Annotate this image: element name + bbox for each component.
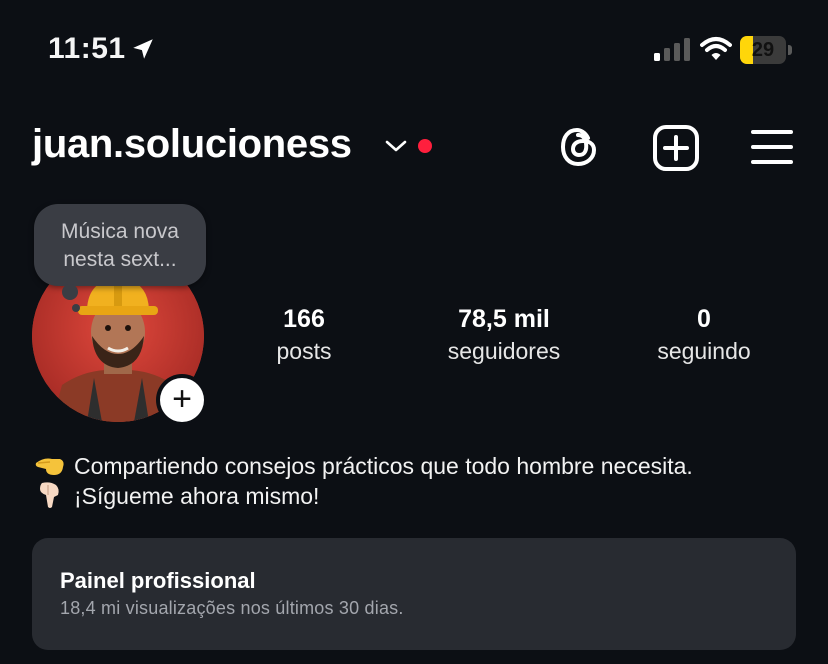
location-arrow-icon: [133, 39, 153, 59]
cellular-signal-icon: [654, 38, 690, 61]
note-text-line2: nesta sext...: [63, 248, 177, 271]
profile-note-bubble[interactable]: Música nova nesta sext...: [34, 204, 206, 286]
followers-label: seguidores: [447, 338, 561, 364]
bio-line-2: ¡Sígueme ahora mismo!: [34, 480, 319, 512]
stat-followers[interactable]: 78,5 mil seguidores: [424, 302, 584, 366]
dashboard-subtitle: 18,4 mi visualizações nos últimos 30 dia…: [60, 598, 404, 618]
posts-label: posts: [276, 338, 332, 364]
plus-icon: +: [160, 378, 204, 422]
menu-icon[interactable]: [750, 128, 794, 166]
dashboard-title: Painel profissional: [60, 568, 256, 593]
following-label: seguindo: [657, 338, 751, 364]
bio-line-1: Compartiendo consejos prácticos que todo…: [34, 450, 693, 482]
following-count: 0: [697, 305, 711, 333]
add-story-button[interactable]: +: [156, 374, 208, 426]
profile-username[interactable]: juan.solucioness: [32, 122, 352, 167]
stat-following[interactable]: 0 seguindo: [634, 302, 774, 366]
pointing-down-hand-icon: [40, 482, 59, 508]
note-bubble-tail: [62, 284, 78, 300]
bio-text-1: Compartiendo consejos prácticos que todo…: [74, 453, 693, 479]
posts-count: 166: [283, 305, 325, 333]
notification-dot: [418, 139, 432, 153]
threads-icon[interactable]: [556, 124, 602, 170]
wifi-icon: [700, 37, 732, 60]
professional-dashboard-card[interactable]: Painel profissional 18,4 mi visualizaçõe…: [32, 538, 796, 650]
stat-posts[interactable]: 166 posts: [244, 302, 364, 366]
note-text-line1: Música nova: [61, 220, 179, 243]
battery-indicator: 29: [740, 36, 792, 64]
note-bubble-tail-small: [72, 304, 80, 312]
battery-level: 29: [751, 39, 775, 61]
status-time: 11:51: [48, 32, 126, 65]
chevron-down-icon[interactable]: [384, 136, 408, 156]
create-plus-icon[interactable]: [652, 124, 700, 172]
followers-count: 78,5 mil: [458, 305, 550, 333]
bio-text-2: ¡Sígueme ahora mismo!: [74, 483, 320, 509]
pointing-left-hand-icon: [35, 458, 64, 475]
